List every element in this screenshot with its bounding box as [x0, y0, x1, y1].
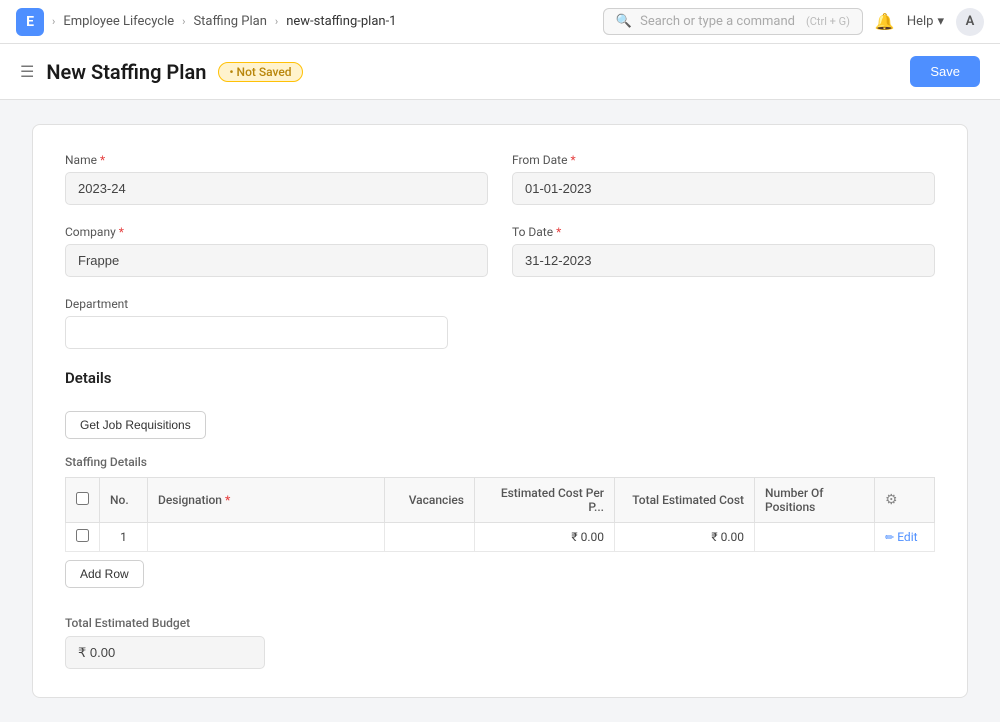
department-group: Department: [65, 297, 935, 349]
breadcrumb-staffing-plan[interactable]: Staffing Plan: [193, 14, 266, 29]
from-date-required-star: *: [570, 153, 575, 167]
help-label: Help: [907, 14, 934, 29]
select-all-checkbox[interactable]: [76, 492, 89, 505]
row-edit-link[interactable]: ✏ Edit: [885, 530, 924, 544]
breadcrumb-current: new-staffing-plan-1: [286, 14, 396, 29]
department-label: Department: [65, 297, 935, 311]
department-input[interactable]: [65, 316, 448, 349]
col-header-actions: ⚙: [875, 478, 935, 523]
main-content: Name * From Date * Company *: [0, 100, 1000, 722]
company-label: Company *: [65, 225, 488, 239]
breadcrumb-chevron-1: ›: [52, 15, 55, 28]
name-input[interactable]: [65, 172, 488, 205]
col-header-no: No.: [100, 478, 148, 523]
row-checkbox-cell: [66, 523, 100, 552]
not-saved-badge: • Not Saved: [218, 62, 302, 82]
staffing-details-table: No. Designation * Vacancies Estimated Co…: [65, 477, 935, 552]
edit-label: Edit: [897, 530, 917, 544]
search-placeholder: Search or type a command: [640, 14, 798, 29]
to-date-input[interactable]: [512, 244, 935, 277]
row-num-positions-cell: [755, 523, 875, 552]
row-checkbox[interactable]: [76, 529, 89, 542]
notification-bell-icon[interactable]: 🔔: [875, 12, 895, 31]
table-row: 1 ₹ 0.00 ₹ 0.00 ✏ Edit: [66, 523, 935, 552]
staffing-details-label: Staffing Details: [65, 455, 935, 469]
form-row-name-fromdate: Name * From Date *: [65, 153, 935, 205]
col-header-checkbox: [66, 478, 100, 523]
col-header-num-positions: Number Of Positions: [755, 478, 875, 523]
app-logo[interactable]: E: [16, 8, 44, 36]
total-budget-section: Total Estimated Budget: [65, 616, 935, 669]
save-button[interactable]: Save: [910, 56, 980, 87]
name-label: Name *: [65, 153, 488, 167]
col-header-est-cost-per: Estimated Cost Per P...: [475, 478, 615, 523]
search-icon: 🔍: [616, 14, 632, 29]
name-required-star: *: [100, 153, 105, 167]
to-date-group: To Date *: [512, 225, 935, 277]
add-row-button[interactable]: Add Row: [65, 560, 144, 588]
user-avatar[interactable]: A: [956, 8, 984, 36]
from-date-label: From Date *: [512, 153, 935, 167]
company-input[interactable]: [65, 244, 488, 277]
col-header-designation: Designation *: [148, 478, 385, 523]
form-row-company-todate: Company * To Date *: [65, 225, 935, 277]
search-shortcut: (Ctrl + G): [806, 15, 850, 28]
company-required-star: *: [119, 225, 124, 239]
from-date-group: From Date *: [512, 153, 935, 205]
row-total-est-cost-cell: ₹ 0.00: [615, 523, 755, 552]
name-group: Name *: [65, 153, 488, 205]
company-group: Company *: [65, 225, 488, 277]
row-vacancies-cell: [385, 523, 475, 552]
col-header-total-est-cost: Total Estimated Cost: [615, 478, 755, 523]
page-title: New Staffing Plan: [46, 60, 206, 84]
sidebar-toggle-icon[interactable]: ☰: [20, 62, 34, 81]
row-no-cell: 1: [100, 523, 148, 552]
get-job-requisitions-button[interactable]: Get Job Requisitions: [65, 411, 206, 439]
to-date-required-star: *: [556, 225, 561, 239]
row-est-cost-per-cell: ₹ 0.00: [475, 523, 615, 552]
row-actions-cell: ✏ Edit: [875, 523, 935, 552]
total-budget-input[interactable]: [65, 636, 265, 669]
from-date-input[interactable]: [512, 172, 935, 205]
top-nav: E › Employee Lifecycle › Staffing Plan ›…: [0, 0, 1000, 44]
help-chevron-icon: ▾: [937, 14, 944, 29]
total-budget-label: Total Estimated Budget: [65, 616, 935, 630]
to-date-label: To Date *: [512, 225, 935, 239]
col-header-vacancies: Vacancies: [385, 478, 475, 523]
breadcrumb-chevron-3: ›: [275, 15, 278, 28]
form-card: Name * From Date * Company *: [32, 124, 968, 698]
breadcrumb-chevron-2: ›: [182, 15, 185, 28]
table-settings-icon[interactable]: ⚙: [885, 492, 898, 508]
edit-icon: ✏: [885, 531, 894, 544]
sub-header: ☰ New Staffing Plan • Not Saved Save: [0, 44, 1000, 100]
row-designation-cell[interactable]: [148, 523, 385, 552]
breadcrumb-employee-lifecycle[interactable]: Employee Lifecycle: [63, 14, 174, 29]
search-bar[interactable]: 🔍 Search or type a command (Ctrl + G): [603, 8, 863, 35]
help-button[interactable]: Help ▾: [907, 14, 944, 29]
details-section-heading: Details: [65, 369, 935, 395]
